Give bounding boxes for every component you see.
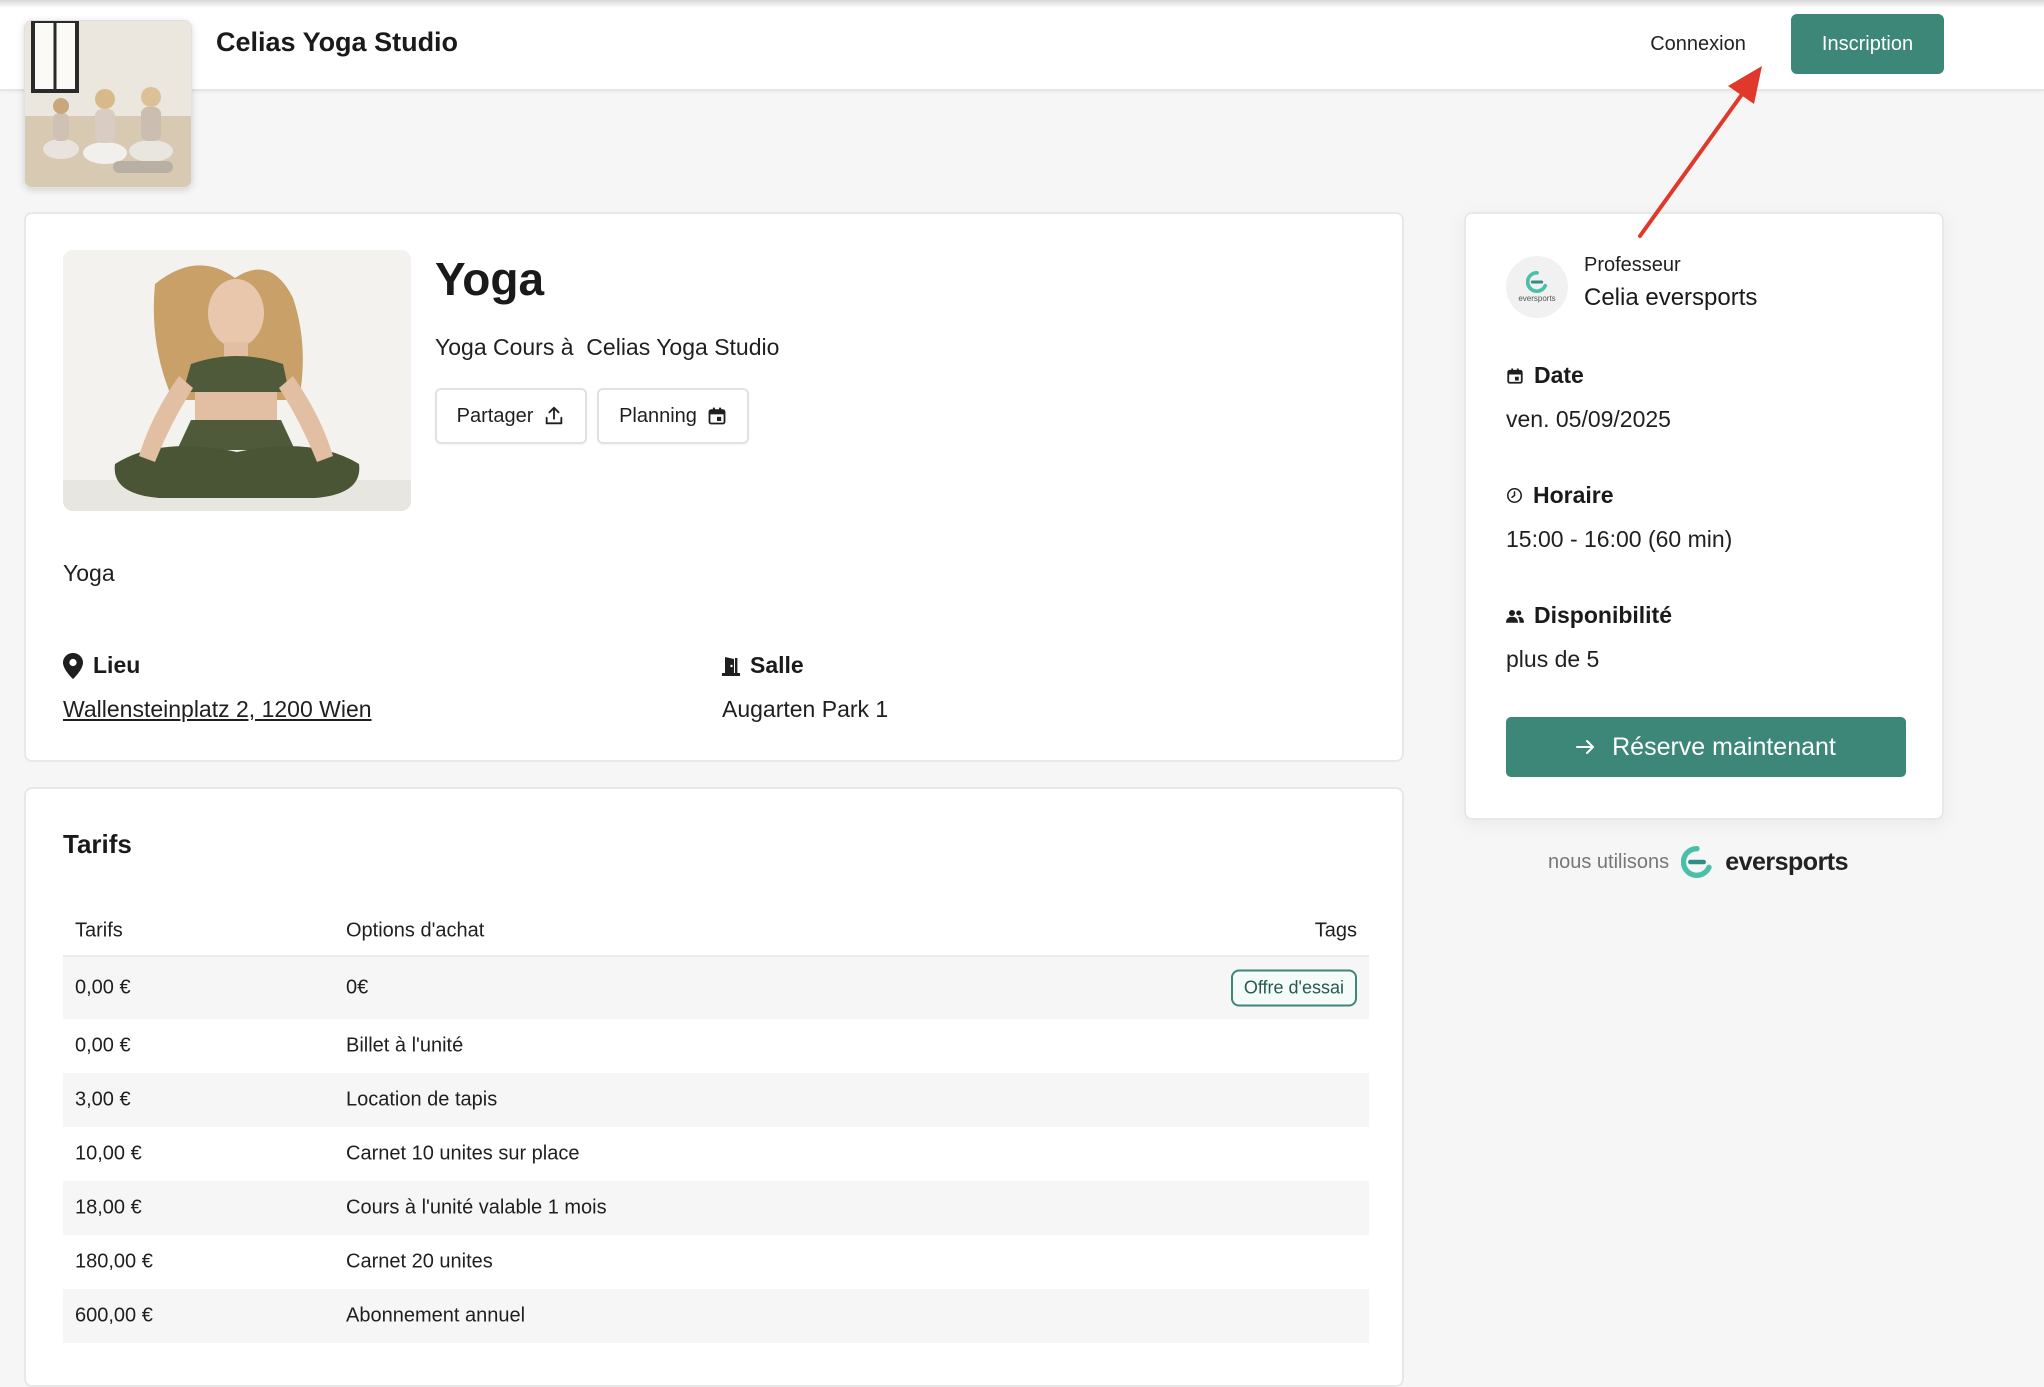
book-now-label: Réserve maintenant [1612,732,1836,761]
option-cell: Billet à l'unité [346,1034,464,1057]
price-cell: 10,00 € [75,1142,142,1165]
share-button[interactable]: Partager [435,388,587,444]
time-label: Horaire [1533,482,1614,508]
calendar-icon [708,407,726,425]
login-button[interactable]: Connexion [1624,14,1772,74]
option-cell: Carnet 10 unites sur place [346,1142,580,1165]
table-row[interactable]: 18,00 € Cours à l'unité valable 1 mois [63,1181,1369,1235]
price-cell: 3,00 € [75,1088,131,1111]
avatar-brand-text: eversports [1518,294,1556,303]
trial-offer-tag: Offre d'essai [1230,969,1357,1007]
table-row[interactable]: 180,00 € Carnet 20 unites [63,1235,1369,1289]
column-header-tags: Tags [1314,919,1357,942]
tarifs-title: Tarifs [63,829,132,859]
studio-logo[interactable] [24,20,192,188]
booking-card: eversports Professeur Celia eversports D… [1464,212,1944,820]
tarifs-card: Tarifs Tarifs Options d'achat Tags 0,00 … [24,787,1404,1387]
room-heading: Salle [722,652,804,679]
availability-heading: Disponibilité [1506,602,1672,629]
room-label: Salle [750,652,804,678]
time-value: 15:00 - 16:00 (60 min) [1506,526,1733,552]
upload-icon [546,406,563,425]
course-card: Yoga Yoga Cours à Celias Yoga Studio Par… [24,212,1404,762]
course-description: Yoga [63,560,115,586]
teacher-role: Professeur [1584,254,1681,276]
location-label: Lieu [93,652,141,678]
top-header: Celias Yoga Studio Connexion Inscription [0,0,2044,91]
powered-by[interactable]: nous utilisons eversports [1548,846,1849,878]
option-cell: 0€ [346,976,369,999]
price-cell: 600,00 € [75,1304,153,1327]
table-row[interactable]: 600,00 € Abonnement annuel [63,1289,1369,1343]
teacher-avatar[interactable]: eversports [1506,256,1568,318]
location-address-link[interactable]: Wallensteinplatz 2, 1200 Wien [63,696,372,723]
price-cell: 180,00 € [75,1250,153,1273]
column-header-price: Tarifs [75,919,123,942]
course-photo-image [63,250,411,511]
option-cell: Cours à l'unité valable 1 mois [346,1196,607,1219]
tarifs-table: Tarifs Options d'achat Tags 0,00 € 0€ Of… [63,907,1369,1343]
door-icon [722,656,740,676]
date-heading: Date [1506,362,1584,389]
course-title: Yoga [435,253,545,305]
time-heading: Horaire [1506,482,1614,509]
teacher-name[interactable]: Celia eversports [1584,284,1757,312]
studio-name: Celias Yoga Studio [216,27,459,57]
calendar-icon [1507,368,1523,384]
location-heading: Lieu [63,652,140,679]
map-pin-icon [63,652,83,679]
arrow-right-icon [1576,740,1595,754]
price-cell: 0,00 € [75,1034,131,1057]
table-row[interactable]: 10,00 € Carnet 10 unites sur place [63,1127,1369,1181]
signup-button[interactable]: Inscription [1791,14,1944,74]
eversports-logo-icon [1526,271,1548,293]
course-photo [63,250,411,511]
table-row[interactable]: 0,00 € Billet à l'unité [63,1019,1369,1073]
table-row[interactable]: 0,00 € 0€ Offre d'essai [63,957,1369,1019]
people-icon [1506,609,1524,623]
share-button-label: Partager [456,404,534,427]
course-subtitle: Yoga Cours à Celias Yoga Studio [435,334,780,360]
availability-value: plus de 5 [1506,646,1600,672]
eversports-logo-icon [1681,846,1712,878]
price-cell: 0,00 € [75,976,131,999]
table-row[interactable]: 3,00 € Location de tapis [63,1073,1369,1127]
availability-label: Disponibilité [1534,602,1672,628]
eversports-wordmark: eversports [1725,847,1849,876]
planning-button[interactable]: Planning [597,388,749,444]
table-header: Tarifs Options d'achat Tags [63,907,1369,957]
option-cell: Location de tapis [346,1088,498,1111]
date-value: ven. 05/09/2025 [1506,406,1671,432]
studio-logo-image [25,21,191,187]
room-value: Augarten Park 1 [722,696,889,722]
option-cell: Abonnement annuel [346,1304,526,1327]
date-label: Date [1534,362,1584,388]
clock-icon [1506,487,1523,504]
planning-button-label: Planning [619,404,697,427]
powered-by-text: nous utilisons [1548,850,1670,873]
option-cell: Carnet 20 unites [346,1250,493,1273]
book-now-button[interactable]: Réserve maintenant [1506,717,1906,777]
column-header-option: Options d'achat [346,919,485,942]
price-cell: 18,00 € [75,1196,142,1219]
